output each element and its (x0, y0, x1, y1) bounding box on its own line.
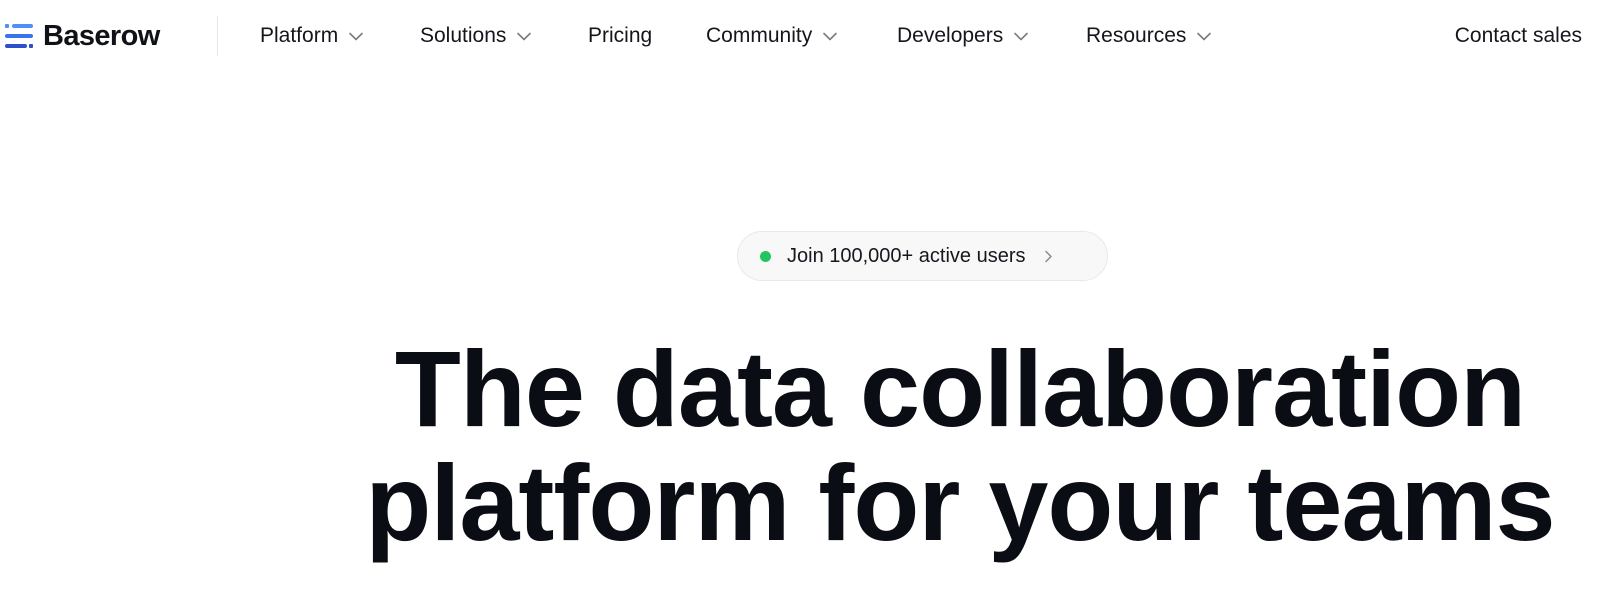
nav-item-label: Resources (1086, 24, 1187, 47)
active-users-badge[interactable]: Join 100,000+ active users (737, 231, 1108, 281)
chevron-right-icon (1044, 250, 1052, 262)
nav-item-platform[interactable]: Platform (260, 20, 363, 52)
nav-item-solutions[interactable]: Solutions (420, 20, 532, 52)
nav-item-pricing[interactable]: Pricing (588, 20, 652, 52)
contact-sales-label: Contact sales (1454, 24, 1582, 47)
page: Baserow Platform Solutions Pricing Commu… (0, 0, 1600, 598)
nav-item-label: Community (706, 24, 813, 47)
brand-logo[interactable]: Baserow (5, 19, 160, 53)
chevron-down-icon (349, 32, 363, 40)
nav-item-label: Developers (897, 24, 1004, 47)
chevron-down-icon (823, 32, 838, 40)
badge-text: Join 100,000+ active users (787, 244, 1026, 267)
hero-heading-line-2: platform for your teams (365, 442, 1555, 563)
chevron-down-icon (1014, 32, 1029, 40)
chevron-down-icon (517, 32, 532, 40)
nav-item-label: Pricing (588, 24, 653, 47)
nav-item-developers[interactable]: Developers (897, 20, 1029, 52)
status-dot-icon (760, 250, 771, 262)
hero-heading-line-1: The data collaboration (394, 328, 1526, 449)
contact-sales-link[interactable]: Contact sales (1455, 20, 1582, 52)
hero-heading: The data collaboration platform for your… (0, 332, 1600, 560)
header-divider (217, 16, 218, 56)
nav-item-community[interactable]: Community (706, 20, 838, 52)
nav-item-label: Solutions (420, 24, 507, 47)
baserow-logo-icon (5, 24, 33, 48)
nav-item-label: Platform (260, 24, 339, 47)
chevron-down-icon (1197, 32, 1212, 40)
brand-name: Baserow (43, 19, 160, 52)
nav-item-resources[interactable]: Resources (1086, 20, 1212, 52)
site-header: Baserow Platform Solutions Pricing Commu… (0, 0, 1600, 72)
